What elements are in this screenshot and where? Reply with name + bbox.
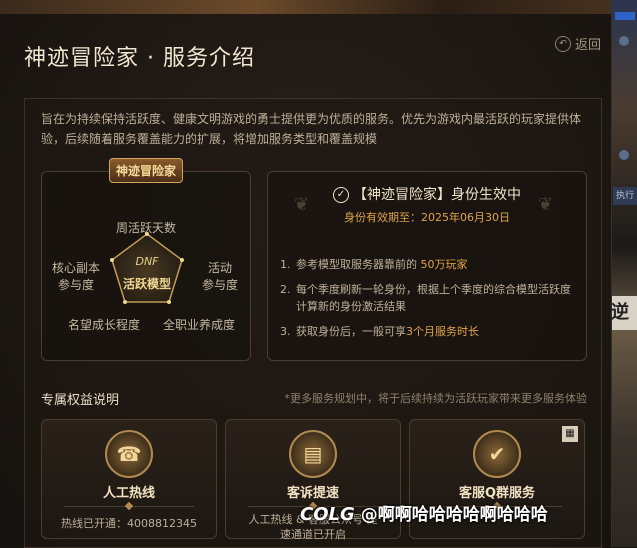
identity-valid-date: 身份有效期至：2025年06月30日 (344, 211, 510, 224)
list-item: 3. 获取身份后，一般可享3个月服务时长 (280, 323, 574, 340)
adventurer-badge: 神迹冒险家 (108, 158, 184, 183)
check-circle-icon: ✓ (333, 187, 349, 203)
background-text: 逆 (611, 296, 637, 330)
benefits-note: *更多服务规划中，将于后续持续为活跃玩家带来更多服务体验 (284, 392, 588, 405)
radar-dim-bottom-right: 全职业养成度 (162, 318, 235, 332)
list-item-number: 1. (280, 258, 291, 271)
list-item: 1. 参考模型取服务器靠前的 50万玩家 (280, 256, 574, 273)
list-item: 2. 每个季度刷新一轮身份，根据上个季度的综合模型活跃度计算新的身份激活结果 (280, 281, 574, 315)
list-item-text: 获取身份后，一般可享 (296, 325, 406, 338)
radar-dim-right: 活动 参与度 (192, 260, 248, 294)
radar-dim-right-line1: 活动 (207, 261, 232, 275)
radar-pentagon (110, 232, 184, 304)
benefit-card-title: 客服Q群服务 (458, 486, 536, 501)
benefits-title: 专属权益说明 (41, 393, 120, 408)
list-item-highlight: 50万玩家 (420, 258, 468, 271)
intro-text: 旨在为持续保持活跃度、健康文明游戏的勇士提供更为优质的服务。优先为游戏内最活跃的… (41, 112, 582, 146)
identity-status-text: 【神迹冒险家】身份生效中 (353, 187, 521, 203)
benefit-card-title: 人工热线 (102, 486, 155, 501)
qr-code-icon[interactable]: ▦ (562, 426, 578, 442)
back-button[interactable]: ↶ 返回 (554, 34, 601, 53)
back-label: 返回 (574, 38, 601, 53)
identity-rules-list: 1. 参考模型取服务器靠前的 50万玩家 2. 每个季度刷新一轮身份，根据上个季… (280, 256, 574, 348)
list-item-number: 2. (280, 283, 291, 296)
background-icon (619, 36, 629, 46)
activity-model-box: 神迹冒险家 周活跃天数 核心副本 参与度 活动 参与度 DNF 活跃模型 名望成… (41, 158, 251, 361)
colg-logo: COLG (300, 504, 355, 525)
list-item-highlight: 3个月服务时长 (406, 325, 479, 338)
radar-dim-bottom-left: 名望成长程度 (67, 318, 140, 332)
benefit-card-title: 客诉提速 (286, 486, 339, 501)
back-arrow-icon: ↶ (554, 35, 571, 52)
background-icon (619, 150, 629, 160)
radar-dim-left-line2: 参与度 (57, 278, 94, 292)
background-blue-bar (615, 12, 635, 20)
radar-dim-left-line1: 核心副本 (51, 261, 100, 275)
content-frame: 旨在为持续保持活跃度、健康文明游戏的勇士提供更为优质的服务。优先为游戏内最活跃的… (24, 98, 602, 548)
radar-dim-right-line2: 参与度 (201, 278, 238, 292)
benefit-card-hotline[interactable]: ☎ 人工热线 热线已开通：4008812345 (41, 419, 217, 539)
dnf-logo-icon: DNF (135, 255, 159, 268)
identity-status-title: ✓ 【神迹冒险家】身份生效中 (268, 184, 586, 204)
background-art-top (0, 0, 637, 14)
list-item-text: 参考模型取服务器靠前的 (296, 258, 417, 271)
chat-check-icon: ✔ (473, 430, 521, 478)
identity-status-box: ❦ ❦ ✓ 【神迹冒险家】身份生效中 身份有效期至：2025年06月30日 1. … (267, 171, 587, 361)
service-panel: 神迹冒险家 · 服务介绍 ↶ 返回 旨在为持续保持活跃度、健康文明游戏的勇士提供… (0, 14, 612, 548)
page-title: 神迹冒险家 · 服务介绍 (24, 46, 255, 71)
watermark-text: @啊啊哈哈哈哈啊哈哈哈 (360, 505, 548, 525)
list-item-text: 每个季度刷新一轮身份，根据上个季度的综合模型活跃度计算新的身份激活结果 (296, 283, 571, 313)
divider (64, 506, 194, 507)
background-tag: 执行 (613, 187, 637, 205)
list-item-number: 3. (280, 325, 291, 338)
headset-icon: ☎ (105, 430, 153, 478)
radar-dim-left: 核心副本 参与度 (48, 260, 104, 294)
background-art-right: 执行 逆 (611, 0, 637, 547)
radar-center-label: 活跃模型 (122, 277, 171, 291)
scroll-icon: ▤ (289, 430, 337, 478)
benefit-card-sub: 热线已开通：4008812345 (61, 517, 197, 530)
watermark: COLG @啊啊哈哈哈哈啊哈哈哈 (300, 500, 548, 525)
